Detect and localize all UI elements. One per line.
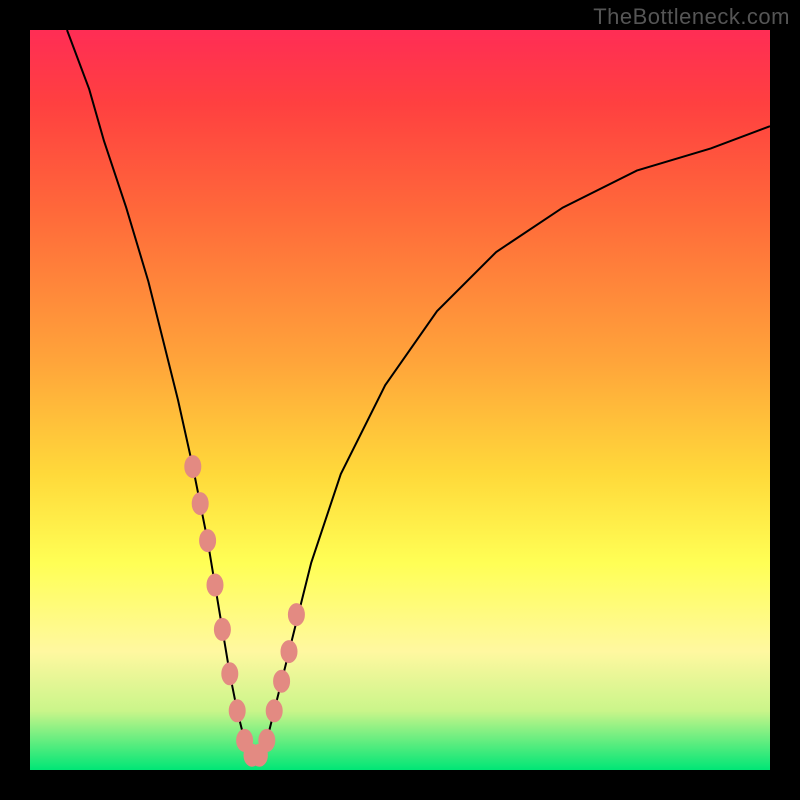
bottleneck-curve bbox=[67, 30, 770, 755]
marker-point bbox=[207, 574, 223, 596]
marker-point bbox=[266, 700, 282, 722]
marker-point bbox=[288, 604, 304, 626]
marker-point bbox=[222, 663, 238, 685]
marker-point bbox=[274, 670, 290, 692]
chart-frame: TheBottleneck.com bbox=[0, 0, 800, 800]
marker-point bbox=[281, 641, 297, 663]
marker-point bbox=[192, 493, 208, 515]
marker-point bbox=[185, 456, 201, 478]
marker-point bbox=[200, 530, 216, 552]
marker-point bbox=[214, 618, 230, 640]
marker-group bbox=[185, 456, 305, 767]
marker-point bbox=[259, 729, 275, 751]
marker-point bbox=[229, 700, 245, 722]
watermark-text: TheBottleneck.com bbox=[593, 4, 790, 30]
plot-area bbox=[30, 30, 770, 770]
curve-svg bbox=[30, 30, 770, 770]
